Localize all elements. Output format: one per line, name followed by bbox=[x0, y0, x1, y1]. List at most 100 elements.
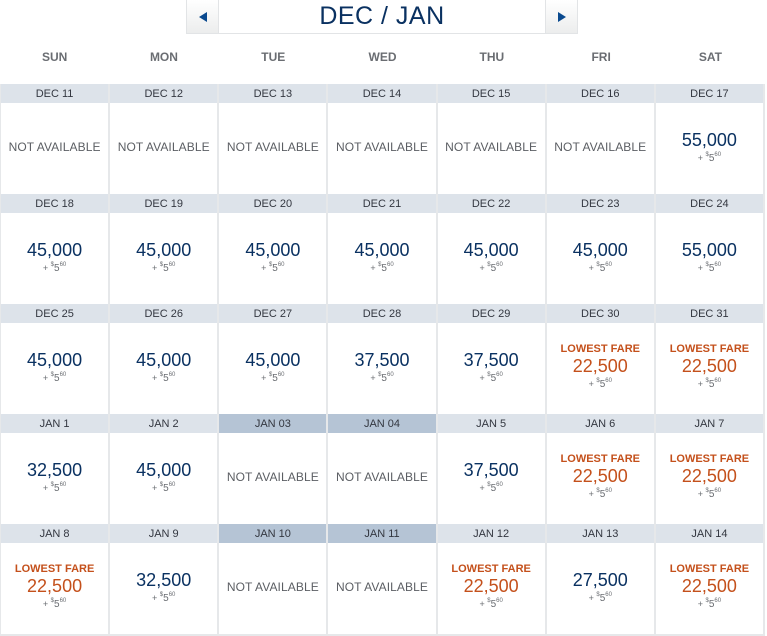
next-month-button[interactable] bbox=[545, 0, 578, 34]
fee-cents: 60 bbox=[168, 372, 176, 378]
tax-fee: + $560 bbox=[261, 372, 284, 384]
fee-cents: 60 bbox=[496, 598, 503, 604]
miles-price: 27,500 bbox=[572, 570, 628, 590]
day-date-label: DEC 21 bbox=[328, 194, 436, 213]
calendar-day-cell: DEC 15 NOT AVAILABLE bbox=[437, 84, 547, 194]
calendar-day-cell[interactable]: DEC 26 45,000 + $560 bbox=[110, 304, 220, 414]
calendar-day-cell[interactable]: JAN 9 32,500 + $560 bbox=[110, 524, 220, 634]
not-available-label: NOT AVAILABLE bbox=[8, 139, 101, 154]
miles-price: 22,500 bbox=[463, 576, 519, 596]
miles-price: 37,500 bbox=[354, 350, 410, 370]
calendar-day-cell[interactable]: JAN 1 32,500 + $560 bbox=[1, 414, 111, 524]
weekday-label: SUN bbox=[41, 50, 68, 64]
day-fare-body: 37,500 + $560 bbox=[328, 323, 435, 414]
day-fare-body: 45,000 + $560 bbox=[110, 433, 217, 524]
calendar-day-cell[interactable]: DEC 31 LOWEST FARE 22,500 + $560 bbox=[655, 304, 765, 414]
calendar-day-cell[interactable]: DEC 18 45,000 + $560 bbox=[1, 194, 111, 304]
day-fare-body: 45,000 + $560 bbox=[547, 213, 654, 304]
day-fare-body: LOWEST FARE 22,500 + $560 bbox=[547, 323, 654, 414]
day-date-label: JAN 04 bbox=[328, 414, 436, 433]
calendar-day-cell[interactable]: DEC 19 45,000 + $560 bbox=[110, 194, 220, 304]
day-date-label: DEC 31 bbox=[655, 304, 763, 323]
not-available-label: NOT AVAILABLE bbox=[117, 139, 210, 154]
calendar-day-cell: JAN 10 NOT AVAILABLE bbox=[219, 524, 329, 634]
day-date-label: JAN 8 bbox=[1, 524, 109, 543]
lowest-fare-badge: LOWEST FARE bbox=[669, 343, 750, 355]
day-fare-body: LOWEST FARE 22,500 + $560 bbox=[547, 433, 654, 524]
weekday-label: TUE bbox=[261, 50, 286, 64]
day-date-label: JAN 2 bbox=[110, 414, 218, 433]
tax-fee: + $560 bbox=[152, 592, 175, 604]
calendar-day-cell: DEC 16 NOT AVAILABLE bbox=[546, 84, 656, 194]
calendar-day-cell[interactable]: DEC 17 55,000 + $560 bbox=[655, 84, 765, 194]
calendar-week-row: DEC 25 45,000 + $560 DEC 26 45,000 + $560 DEC … bbox=[1, 304, 765, 414]
calendar-day-cell[interactable]: DEC 30 LOWEST FARE 22,500 + $560 bbox=[546, 304, 656, 414]
calendar-day-cell[interactable]: JAN 6 LOWEST FARE 22,500 + $560 bbox=[546, 414, 656, 524]
day-fare-body: NOT AVAILABLE bbox=[110, 103, 217, 194]
fee-cents: 60 bbox=[714, 152, 722, 158]
calendar-day-cell[interactable]: DEC 20 45,000 + $560 bbox=[219, 194, 329, 304]
calendar-day-cell[interactable]: DEC 25 45,000 + $560 bbox=[1, 304, 111, 414]
day-date-label: DEC 17 bbox=[655, 84, 763, 103]
miles-price: 55,000 bbox=[681, 240, 737, 260]
lowest-fare-badge: LOWEST FARE bbox=[669, 563, 750, 575]
previous-month-button[interactable] bbox=[186, 0, 219, 34]
fee-prefix: + bbox=[370, 373, 379, 383]
calendar-day-cell[interactable]: JAN 5 37,500 + $560 bbox=[437, 414, 547, 524]
weekday-label: MON bbox=[149, 50, 178, 64]
fee-prefix: + bbox=[152, 483, 160, 493]
day-date-label: JAN 03 bbox=[219, 414, 327, 433]
month-title: DEC / JAN bbox=[219, 0, 545, 34]
day-date-label: JAN 1 bbox=[1, 414, 109, 433]
calendar-day-cell[interactable]: DEC 21 45,000 + $560 bbox=[328, 194, 438, 304]
day-fare-body: 45,000 + $560 bbox=[219, 213, 326, 304]
day-date-label: DEC 23 bbox=[546, 194, 654, 213]
fee-cents: 60 bbox=[386, 262, 394, 268]
tax-fee: + $560 bbox=[479, 372, 502, 384]
calendar-day-cell[interactable]: DEC 23 45,000 + $560 bbox=[546, 194, 656, 304]
calendar-day-cell[interactable]: JAN 12 LOWEST FARE 22,500 + $560 bbox=[437, 524, 547, 634]
triangle-right-icon bbox=[557, 11, 566, 22]
calendar-day-cell[interactable]: DEC 22 45,000 + $560 bbox=[437, 194, 547, 304]
fee-cents: 60 bbox=[496, 372, 503, 378]
fee-prefix: + bbox=[697, 489, 706, 499]
not-available-label: NOT AVAILABLE bbox=[335, 139, 428, 154]
day-fare-body: 45,000 + $560 bbox=[1, 323, 108, 414]
day-fare-body: NOT AVAILABLE bbox=[547, 103, 654, 194]
tax-fee: + $560 bbox=[698, 378, 721, 390]
day-date-label: DEC 24 bbox=[655, 194, 763, 213]
calendar-day-cell[interactable]: JAN 13 27,500 + $560 bbox=[546, 524, 656, 634]
weekday-label: THU bbox=[479, 50, 505, 64]
calendar-day-cell[interactable]: JAN 8 LOWEST FARE 22,500 + $560 bbox=[1, 524, 111, 634]
fee-cents: 60 bbox=[496, 482, 503, 488]
calendar-day-cell[interactable]: JAN 7 LOWEST FARE 22,500 + $560 bbox=[655, 414, 765, 524]
not-available-label: NOT AVAILABLE bbox=[554, 139, 647, 154]
tax-fee: + $560 bbox=[152, 482, 175, 494]
day-fare-body: NOT AVAILABLE bbox=[328, 543, 435, 634]
day-fare-body: 45,000 + $560 bbox=[1, 213, 108, 304]
calendar-day-cell[interactable]: DEC 24 55,000 + $560 bbox=[655, 194, 765, 304]
miles-price: 45,000 bbox=[572, 240, 628, 260]
tax-fee: + $560 bbox=[43, 372, 66, 384]
tax-fee: + $560 bbox=[698, 488, 721, 500]
fee-cents: 60 bbox=[714, 378, 722, 384]
miles-price: 45,000 bbox=[136, 240, 192, 260]
tax-fee: + $560 bbox=[698, 598, 721, 610]
calendar-grid: DEC 11 NOT AVAILABLE DEC 12 NOT AVAILABLE DE… bbox=[0, 84, 765, 636]
calendar-day-cell[interactable]: JAN 14 LOWEST FARE 22,500 + $560 bbox=[655, 524, 765, 634]
calendar-day-cell[interactable]: DEC 27 45,000 + $560 bbox=[219, 304, 329, 414]
fee-cents: 60 bbox=[714, 262, 722, 268]
calendar-day-cell[interactable]: DEC 28 37,500 + $560 bbox=[328, 304, 438, 414]
fee-cents: 60 bbox=[714, 488, 722, 494]
fee-cents: 60 bbox=[386, 372, 394, 378]
day-date-label: JAN 5 bbox=[437, 414, 545, 433]
day-date-label: DEC 19 bbox=[110, 194, 218, 213]
calendar-day-cell[interactable]: JAN 2 45,000 + $560 bbox=[110, 414, 220, 524]
calendar-day-cell[interactable]: DEC 29 37,500 + $560 bbox=[437, 304, 547, 414]
day-date-label: DEC 14 bbox=[328, 84, 436, 103]
fee-cents: 60 bbox=[605, 262, 612, 268]
fee-prefix: + bbox=[152, 593, 160, 603]
day-fare-body: LOWEST FARE 22,500 + $560 bbox=[656, 323, 763, 414]
calendar-week-row: JAN 1 32,500 + $560 JAN 2 45,000 + $560 JAN 03… bbox=[1, 414, 765, 524]
day-date-label: DEC 29 bbox=[437, 304, 545, 323]
